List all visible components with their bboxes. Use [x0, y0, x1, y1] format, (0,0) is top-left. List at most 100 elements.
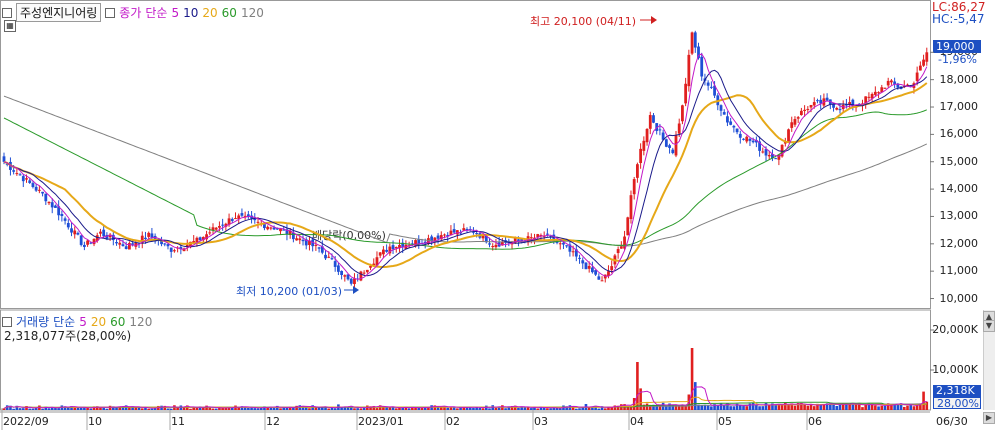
- candle-body: [314, 244, 318, 246]
- volume-bar: [102, 407, 105, 410]
- candle-body: [462, 228, 466, 231]
- volume-bar: [690, 348, 694, 410]
- high-arrow-head: [651, 16, 657, 24]
- candle-body: [735, 128, 739, 133]
- candle-body: [793, 119, 797, 125]
- volume-bar: [854, 404, 858, 410]
- candle-body: [66, 222, 70, 228]
- candle-body: [590, 267, 594, 273]
- candle-body: [41, 191, 44, 194]
- volume-bar: [481, 408, 485, 410]
- candle-body: [693, 32, 697, 48]
- volume-bar: [706, 405, 710, 410]
- candle-body: [584, 262, 588, 270]
- candle-body: [317, 247, 321, 249]
- volume-bar: [658, 406, 662, 410]
- price-panel-frame: [0, 0, 931, 309]
- candle-body: [700, 56, 704, 77]
- candle-body: [616, 249, 620, 254]
- candle-body: [353, 278, 356, 285]
- candle-body: [668, 145, 671, 148]
- volume-bar: [758, 406, 761, 410]
- volume-panel-frame: [0, 309, 931, 411]
- volume-bar: [205, 405, 208, 410]
- chart-canvas[interactable]: [0, 0, 996, 430]
- candle-body: [825, 97, 829, 101]
- candle-body: [729, 121, 733, 125]
- volume-bar: [430, 405, 433, 410]
- candle-body: [333, 261, 337, 267]
- candle-body: [50, 202, 54, 208]
- candle-body: [44, 193, 48, 202]
- volume-bar: [21, 408, 25, 410]
- candle-body: [565, 245, 569, 247]
- candle-body: [230, 218, 234, 221]
- candle-body: [144, 237, 147, 240]
- volume-bar: [147, 408, 150, 410]
- volume-bar: [517, 407, 520, 410]
- candle-body: [452, 229, 456, 233]
- candle-body: [73, 230, 77, 235]
- volume-bar: [391, 407, 395, 410]
- volume-bar: [179, 405, 183, 410]
- candle-body: [674, 135, 678, 156]
- candle-body: [658, 129, 662, 131]
- volume-bar: [722, 405, 726, 410]
- candle-body: [787, 129, 790, 142]
- volume-bar: [549, 408, 552, 410]
- candle-body: [529, 237, 533, 239]
- candle-body: [587, 265, 591, 269]
- volume-bar: [803, 404, 806, 410]
- volume-bar: [716, 405, 720, 410]
- candle-body: [867, 96, 871, 98]
- volume-bar: [902, 406, 906, 410]
- candle-body: [597, 276, 601, 280]
- volume-bar: [755, 405, 758, 410]
- volume-bar: [494, 407, 498, 410]
- candle-body: [221, 224, 225, 226]
- candle-body: [873, 91, 877, 95]
- candle-body: [726, 116, 729, 123]
- volume-bar: [710, 406, 713, 410]
- candle-body: [115, 242, 118, 244]
- candle-body: [562, 242, 565, 245]
- candle-body: [378, 252, 382, 256]
- candle-body: [28, 180, 32, 183]
- volume-bar: [356, 408, 359, 410]
- candle-body: [886, 80, 890, 86]
- candle-body: [677, 123, 681, 134]
- volume-bar: [812, 406, 816, 410]
- volume-bar: [877, 406, 880, 410]
- volume-bar: [304, 407, 308, 410]
- volume-bar: [912, 406, 916, 410]
- volume-bar: [742, 406, 745, 410]
- candle-body: [86, 240, 89, 245]
- candle-body: [343, 275, 347, 277]
- candle-body: [517, 239, 520, 241]
- candle-body: [391, 245, 395, 250]
- candle-body: [2, 156, 6, 162]
- volume-bar: [394, 408, 398, 410]
- candle-body: [63, 218, 67, 221]
- candle-body: [269, 227, 273, 229]
- candle-body: [774, 158, 778, 160]
- volume-bar: [388, 407, 392, 410]
- candle-body: [790, 122, 794, 128]
- volume-bar: [57, 408, 60, 410]
- volume-bar: [777, 404, 781, 410]
- volume-bar: [398, 407, 401, 410]
- candle-body: [922, 59, 925, 66]
- volume-bar: [809, 404, 813, 410]
- candle-body: [488, 243, 491, 245]
- candle-body: [748, 138, 752, 141]
- candle-body: [121, 244, 125, 247]
- candle-body: [118, 242, 122, 245]
- volume-bar: [732, 406, 736, 410]
- volume-bar: [211, 408, 215, 410]
- candle-body: [890, 80, 893, 83]
- volume-bar: [774, 405, 777, 410]
- candle-body: [169, 247, 173, 252]
- candle-body: [706, 82, 710, 86]
- volume-bar: [208, 407, 212, 410]
- volume-bar: [793, 405, 797, 410]
